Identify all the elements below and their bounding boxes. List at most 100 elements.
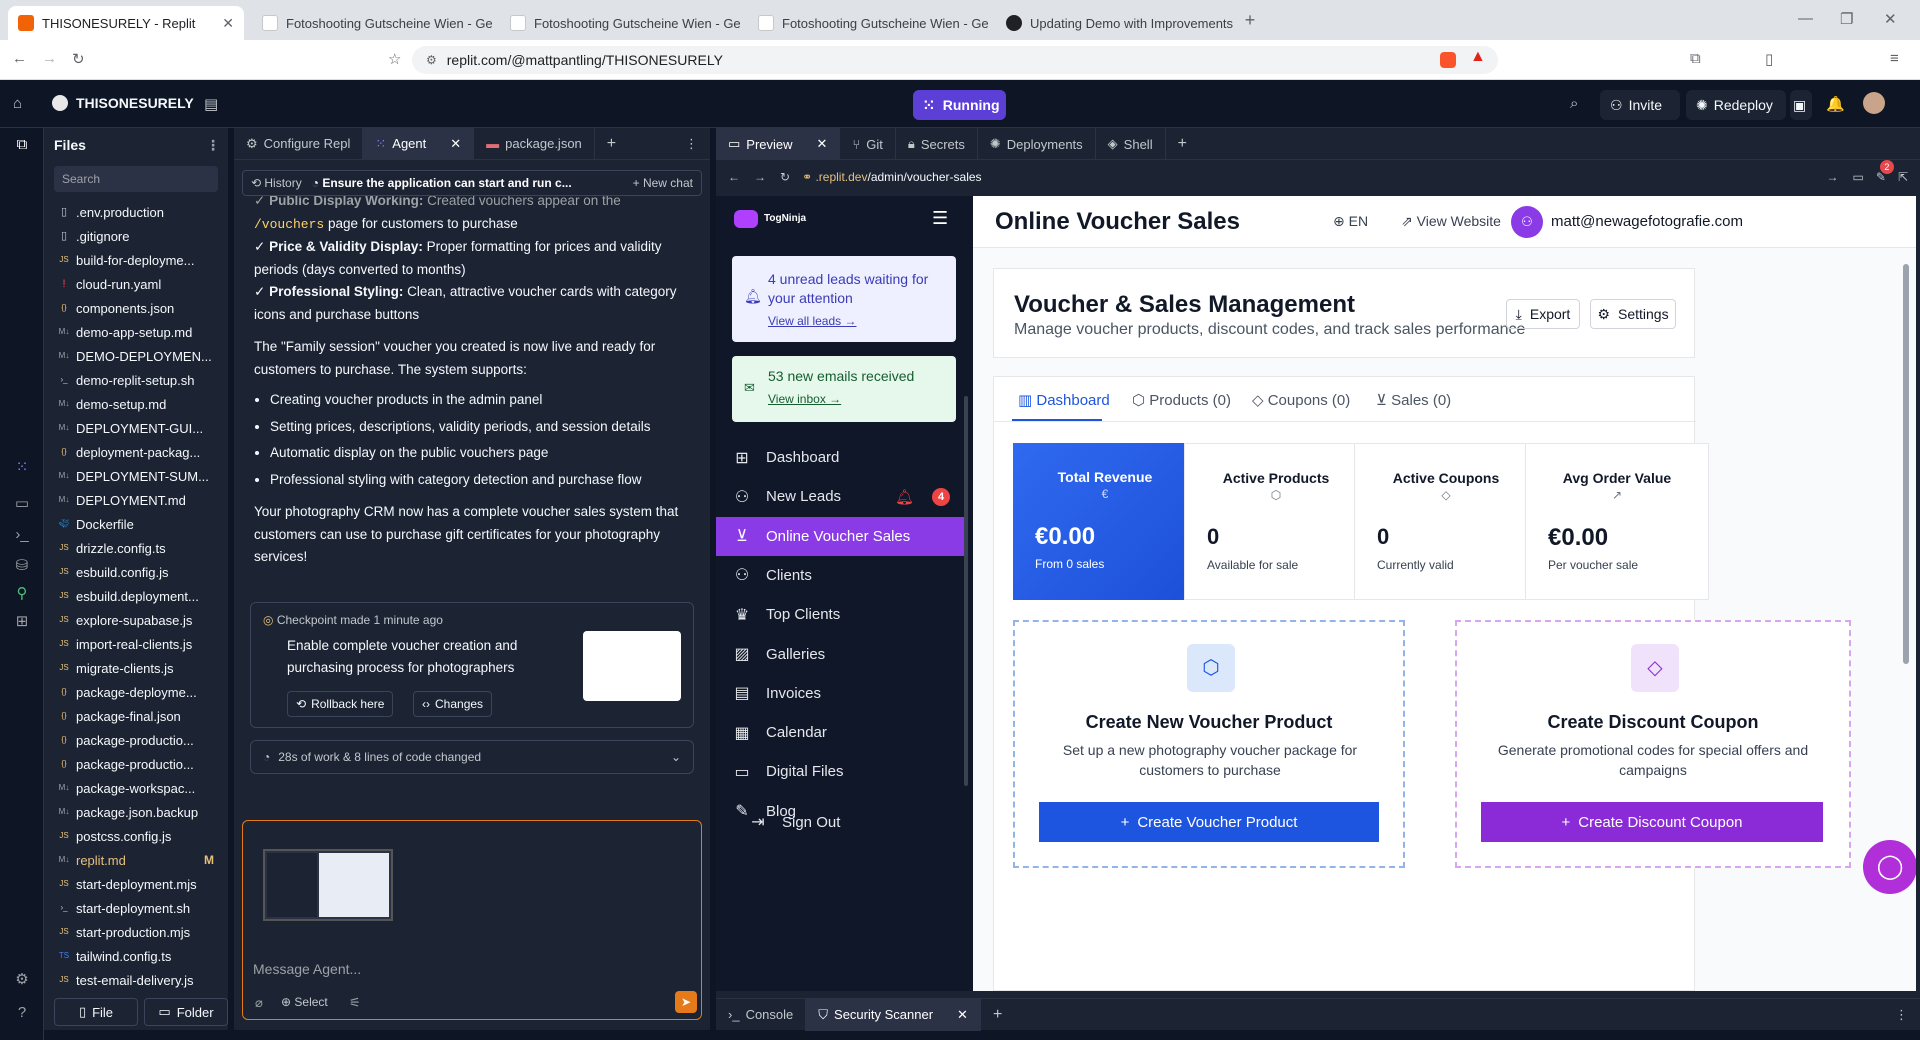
file-item[interactable]: ! cloud-run.yaml	[44, 272, 228, 296]
sidebar-item-galleries[interactable]: ▨ Galleries	[716, 635, 966, 674]
notifications-icon[interactable]: 🔔	[1826, 95, 1845, 113]
user-avatar-icon[interactable]: ⚇	[1511, 206, 1543, 238]
file-item[interactable]: {} components.json	[44, 296, 228, 320]
home-icon[interactable]: ⌂	[13, 95, 22, 112]
thread-title[interactable]: ◔ Ensure the application can start and r…	[312, 176, 572, 190]
create-discount-coupon-button[interactable]: + Create Discount Coupon	[1481, 802, 1823, 842]
tab-git[interactable]: ⑂ Git	[840, 128, 896, 160]
restore-icon[interactable]: ❐	[1840, 10, 1853, 28]
reload-icon[interactable]: ↻	[72, 50, 85, 68]
device-icon[interactable]: ▭	[1853, 170, 1864, 184]
file-item[interactable]: JS esbuild.deployment...	[44, 584, 228, 608]
sidebar-item-new-leads[interactable]: ⚇ New Leads 🔔︎ 4	[716, 477, 966, 516]
file-item[interactable]: ›_ start-deployment.sh	[44, 896, 228, 920]
file-item[interactable]: JS postcss.config.js	[44, 824, 228, 848]
run-status-button[interactable]: ⁙ Running	[913, 90, 1006, 120]
browser-tab-active[interactable]: THISONESURELY - Replit ✕	[8, 6, 244, 40]
file-item[interactable]: M↓ demo-app-setup.md	[44, 320, 228, 344]
close-window-icon[interactable]: ✕	[1884, 10, 1897, 28]
file-item[interactable]: JS drizzle.config.ts	[44, 536, 228, 560]
avatar[interactable]	[1863, 92, 1885, 114]
close-tab-icon[interactable]: ✕	[817, 136, 828, 152]
add-tab-button[interactable]: +	[1166, 128, 1199, 160]
browser-tab[interactable]: Fotoshooting Gutscheine Wien - Ges	[252, 6, 492, 40]
sidebar-item-clients[interactable]: ⚇ Clients	[716, 556, 966, 595]
tab-shell[interactable]: ◈ Shell	[1096, 128, 1166, 160]
file-item[interactable]: M↓ DEMO-DEPLOYMEN...	[44, 344, 228, 368]
file-item[interactable]: {} deployment-packag...	[44, 440, 228, 464]
extensions-icon[interactable]: ⧉	[1690, 50, 1701, 67]
file-item[interactable]: ▯ .gitignore	[44, 224, 228, 248]
tab-dashboard[interactable]: ▥ Dashboard	[1018, 391, 1110, 409]
panel-menu-icon[interactable]: ⋮	[673, 128, 710, 160]
tab-deployments[interactable]: ✺ Deployments	[978, 128, 1096, 160]
create-voucher-product-button[interactable]: + Create Voucher Product	[1039, 802, 1379, 842]
add-tab-button[interactable]: +	[981, 999, 1014, 1031]
view-inbox-link[interactable]: View inbox →	[768, 392, 841, 406]
redeploy-button[interactable]: ✺ Redeploy	[1686, 90, 1786, 120]
open-devtools-icon[interactable]: →	[1827, 170, 1839, 184]
file-item[interactable]: M↓ DEPLOYMENT.md	[44, 488, 228, 512]
tab-coupons[interactable]: ◇ Coupons (0)	[1252, 391, 1350, 409]
tab-products[interactable]: ⬡ Products (0)	[1132, 391, 1231, 409]
user-email[interactable]: matt@newagefotografie.com	[1551, 213, 1743, 230]
checkpoint-thumbnail[interactable]	[583, 631, 681, 701]
settings-icon[interactable]: ⚙	[12, 970, 32, 990]
attached-screenshot[interactable]	[263, 849, 393, 921]
deployments-icon[interactable]: ⚲	[12, 584, 32, 604]
url-field[interactable]: ⚙ replit.com/@mattpantling/THISONESURELY	[412, 46, 1498, 74]
shell-icon[interactable]: ›_	[12, 526, 32, 546]
agent-icon[interactable]: ⁙	[12, 458, 32, 478]
select-element-button[interactable]: ⊕ Select	[281, 995, 328, 1009]
files-toggle-icon[interactable]: ⧉	[12, 136, 32, 156]
search-icon[interactable]: ⌕	[1570, 95, 1578, 112]
forward-icon[interactable]: →	[754, 170, 766, 184]
new-file-button[interactable]: ▯ File	[54, 998, 138, 1026]
settings-button[interactable]: ⚙ Settings	[1590, 299, 1676, 329]
reload-icon[interactable]: ↻	[780, 170, 790, 184]
scrollbar-thumb[interactable]	[1903, 264, 1909, 664]
all-tools-icon[interactable]: ⊞	[12, 612, 32, 632]
preview-url[interactable]: ⚭ .replit.dev/admin/voucher-sales	[802, 170, 981, 184]
sidebar-item-online-voucher-sales[interactable]: ⊻ Online Voucher Sales	[716, 516, 966, 556]
tab-agent[interactable]: ⁙ Agent ✕	[363, 127, 475, 160]
tools-icon[interactable]: ✎ 2	[1876, 160, 1894, 184]
file-item[interactable]: JS migrate-clients.js	[44, 656, 228, 680]
files-search-input[interactable]: Search	[54, 166, 218, 192]
bookmark-icon[interactable]: ☆	[388, 50, 401, 68]
sidebar-item-calendar[interactable]: ▦ Calendar	[716, 713, 966, 752]
back-icon[interactable]: ←	[12, 50, 27, 67]
new-tab-icon[interactable]: +	[1240, 10, 1260, 30]
file-item[interactable]: M↓ package.json.backup	[44, 800, 228, 824]
history-button[interactable]: ⟲ History	[251, 176, 302, 190]
repl-info-icon[interactable]: ▤	[204, 95, 218, 113]
sidebar-item-digital-files[interactable]: ▭ Digital Files	[716, 752, 966, 791]
tab-security-scanner[interactable]: ⛉ Security Scanner ✕	[806, 998, 981, 1031]
file-item[interactable]: JS import-real-clients.js	[44, 632, 228, 656]
help-icon[interactable]: ?	[12, 1004, 32, 1024]
sidebar-item-dashboard[interactable]: ⊞ Dashboard	[716, 438, 966, 477]
new-folder-button[interactable]: ▭ Folder	[144, 998, 228, 1026]
file-item[interactable]: JS build-for-deployme...	[44, 248, 228, 272]
file-item[interactable]: {} package-final.json	[44, 704, 228, 728]
tab-sales[interactable]: ⊻ Sales (0)	[1376, 391, 1451, 409]
file-item[interactable]: ▯ .env.production	[44, 200, 228, 224]
file-item[interactable]: 🐳︎ Dockerfile	[44, 512, 228, 536]
sidebar-scrollbar[interactable]	[964, 396, 968, 786]
attach-icon[interactable]: ⌀	[255, 995, 263, 1011]
sidebar-item-top-clients[interactable]: ♛ Top Clients	[716, 595, 966, 634]
back-icon[interactable]: ←	[728, 170, 740, 184]
files-menu-icon[interactable]: ⋮	[206, 137, 220, 154]
close-tab-icon[interactable]: ✕	[957, 1007, 968, 1023]
invite-button[interactable]: ⚇ Invite	[1600, 90, 1680, 120]
language-selector[interactable]: ⊕ EN	[1333, 213, 1368, 230]
brave-shield-icon[interactable]	[1440, 52, 1456, 68]
close-tab-icon[interactable]: ✕	[214, 15, 234, 32]
browser-tab[interactable]: Updating Demo with Improvements	[996, 6, 1236, 40]
hamburger-icon[interactable]: ☰	[932, 208, 948, 229]
file-item[interactable]: {} package-deployme...	[44, 680, 228, 704]
file-item[interactable]: {} package-productio...	[44, 728, 228, 752]
chat-bubble-button[interactable]: ◯	[1863, 840, 1916, 894]
work-summary[interactable]: ◔ 28s of work & 8 lines of code changed …	[250, 740, 694, 774]
close-tab-icon[interactable]: ✕	[450, 136, 461, 152]
